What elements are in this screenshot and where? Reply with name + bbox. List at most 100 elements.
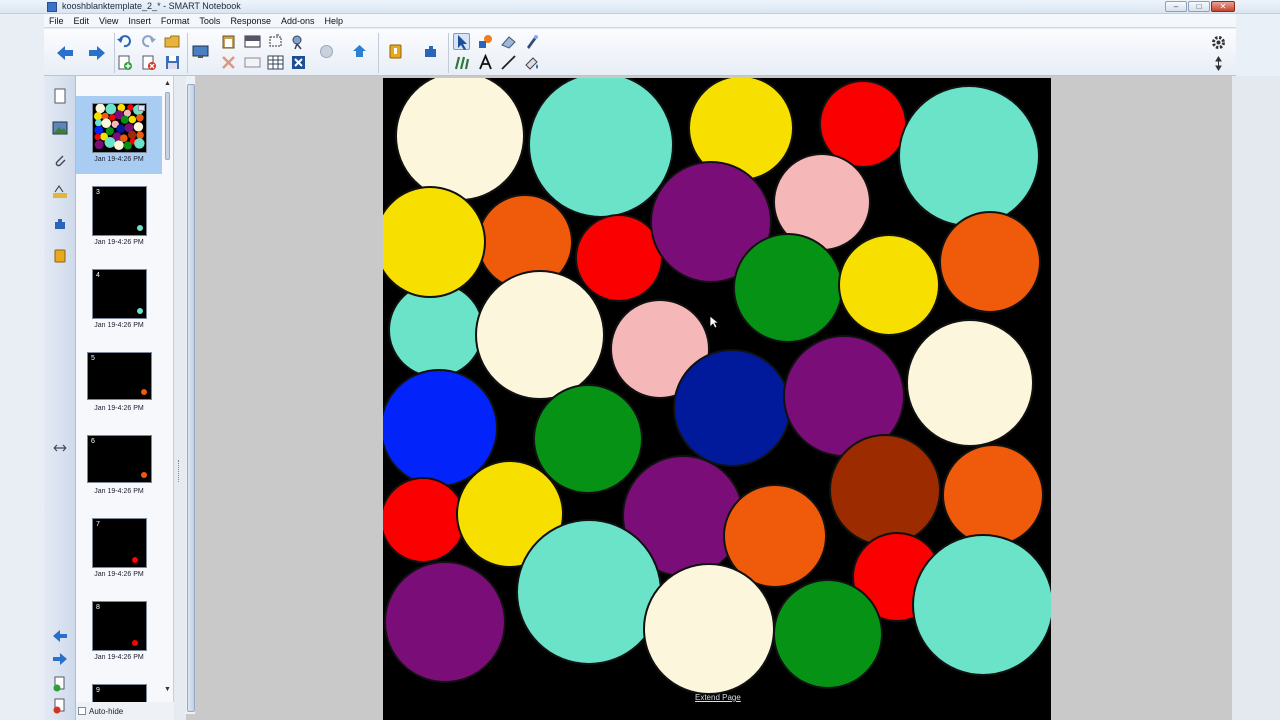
puzzle-icon[interactable] — [387, 43, 404, 60]
magic-pen-icon[interactable] — [523, 33, 540, 50]
page-thumbnail[interactable]: 4 Jan 19-4:26 PM — [76, 262, 162, 340]
response-icon[interactable] — [290, 54, 307, 71]
menu-edit[interactable]: Edit — [69, 14, 95, 28]
scroll-up-icon[interactable]: ▲ — [164, 80, 171, 87]
menu-file[interactable]: File — [44, 14, 69, 28]
table-icon[interactable] — [267, 54, 284, 71]
auto-hide-toggle[interactable]: Auto-hide — [76, 702, 174, 720]
right-margin — [1232, 76, 1280, 720]
move-toolbar-icon[interactable] — [1210, 55, 1227, 72]
page-thumbnail[interactable]: 5 Jan 19-4:26 PM — [76, 345, 162, 423]
panel-splitter[interactable] — [174, 76, 186, 720]
capture-icon[interactable] — [267, 33, 284, 50]
page-thumbnail[interactable]: 7 Jan 19-4:26 PM — [76, 511, 162, 589]
next-page-icon[interactable] — [52, 651, 68, 667]
page-sorter-tab-icon[interactable] — [52, 88, 68, 104]
canvas-scrollbar[interactable] — [186, 76, 196, 714]
koosh-circle[interactable] — [575, 214, 663, 302]
koosh-circle[interactable] — [838, 234, 940, 336]
koosh-circle[interactable] — [906, 319, 1034, 447]
koosh-circle[interactable] — [773, 579, 883, 689]
koosh-circle[interactable] — [383, 369, 498, 487]
text-icon[interactable] — [477, 54, 494, 71]
menu-insert[interactable]: Insert — [123, 14, 156, 28]
koosh-circle[interactable] — [384, 561, 506, 683]
open-icon[interactable] — [164, 33, 181, 50]
select-icon[interactable] — [453, 33, 470, 50]
scroll-down-icon[interactable]: ▼ — [164, 686, 171, 693]
koosh-circle[interactable] — [395, 78, 525, 201]
koosh-circle[interactable] — [475, 270, 605, 400]
screen-icon[interactable] — [192, 43, 209, 60]
sorter-scrollbar[interactable]: ▲ ▼ — [162, 80, 173, 702]
shapes-icon[interactable] — [477, 33, 494, 50]
delete-icon[interactable] — [220, 54, 237, 71]
sorter-scroll-thumb[interactable] — [165, 92, 170, 160]
maximize-button[interactable]: □ — [1188, 1, 1210, 12]
minimize-button[interactable]: – — [1165, 1, 1187, 12]
koosh-circle[interactable] — [939, 211, 1041, 313]
koosh-circle[interactable] — [673, 349, 791, 467]
koosh-circle[interactable] — [829, 434, 941, 546]
canvas-scroll-thumb[interactable] — [187, 84, 195, 712]
menu-format[interactable]: Format — [156, 14, 195, 28]
undo-icon[interactable] — [116, 33, 133, 50]
pens-icon[interactable] — [453, 54, 470, 71]
auto-hide-checkbox[interactable] — [78, 707, 86, 715]
previous-page-icon[interactable] — [52, 628, 68, 644]
koosh-circle[interactable] — [533, 384, 643, 494]
menu-add-ons[interactable]: Add-ons — [276, 14, 320, 28]
back-arrow-icon[interactable] — [55, 43, 75, 63]
save-icon[interactable] — [164, 54, 181, 71]
page-menu-button[interactable] — [138, 105, 145, 111]
koosh-circle[interactable] — [912, 534, 1051, 676]
attachments-tab-icon[interactable] — [52, 152, 68, 168]
menu-help[interactable]: Help — [320, 14, 349, 28]
delete-page-side-icon[interactable] — [52, 698, 68, 714]
gallery-icon[interactable] — [351, 43, 368, 60]
page-thumbnail[interactable]: 6 Jan 19-4:26 PM — [76, 428, 162, 506]
redo-icon[interactable] — [140, 33, 157, 50]
extend-page-link[interactable]: Extend Page — [695, 693, 741, 702]
koosh-circle[interactable] — [516, 519, 662, 665]
koosh-circle[interactable] — [643, 563, 775, 695]
koosh-circle[interactable] — [819, 80, 907, 168]
lesson-activity-tab-icon[interactable] — [52, 248, 68, 264]
notebook-page-canvas[interactable] — [383, 78, 1051, 720]
splitter-grip[interactable] — [178, 460, 180, 482]
screen-shade-icon[interactable] — [244, 33, 261, 50]
line-icon[interactable] — [500, 54, 517, 71]
menu-view[interactable]: View — [94, 14, 123, 28]
paste-icon[interactable] — [220, 33, 237, 50]
fill-icon[interactable] — [523, 54, 540, 71]
delete-page-icon[interactable] — [140, 54, 157, 71]
document-camera-icon[interactable] — [290, 33, 307, 50]
koosh-circle[interactable] — [733, 233, 843, 343]
menu-response[interactable]: Response — [225, 14, 276, 28]
page-thumbnail[interactable]: Jan 19-4:26 PM — [76, 96, 162, 174]
gallery-tab-icon[interactable] — [52, 120, 68, 136]
page-thumbnail[interactable]: 8 Jan 19-4:26 PM — [76, 594, 162, 672]
properties-tab-icon[interactable] — [52, 184, 68, 200]
add-page-side-icon[interactable] — [52, 676, 68, 692]
forward-arrow-icon[interactable] — [87, 43, 107, 63]
page-thumbnail[interactable]: 3 Jan 19-4:26 PM — [76, 179, 162, 257]
settings-icon[interactable] — [1210, 34, 1227, 51]
koosh-circle[interactable] — [942, 444, 1044, 546]
koosh-circle[interactable] — [383, 186, 486, 298]
home-icon[interactable] — [318, 43, 335, 60]
menu-tools[interactable]: Tools — [194, 14, 225, 28]
expand-panel-icon[interactable] — [52, 440, 68, 456]
page-date: Jan 19-4:26 PM — [94, 405, 144, 412]
eraser-icon[interactable] — [500, 33, 517, 50]
add-ons-tab-icon[interactable] — [52, 216, 68, 232]
add-ons-icon[interactable] — [422, 43, 439, 60]
page-preview: 9 — [92, 684, 147, 704]
clear-icon[interactable] — [244, 54, 261, 71]
add-page-icon[interactable] — [116, 54, 133, 71]
koosh-circle[interactable] — [383, 477, 466, 563]
menu-bar: File Edit View Insert Format Tools Respo… — [44, 14, 1236, 28]
close-button[interactable]: ✕ — [1211, 1, 1235, 12]
koosh-circle[interactable] — [898, 85, 1040, 227]
koosh-circle[interactable] — [528, 78, 674, 218]
